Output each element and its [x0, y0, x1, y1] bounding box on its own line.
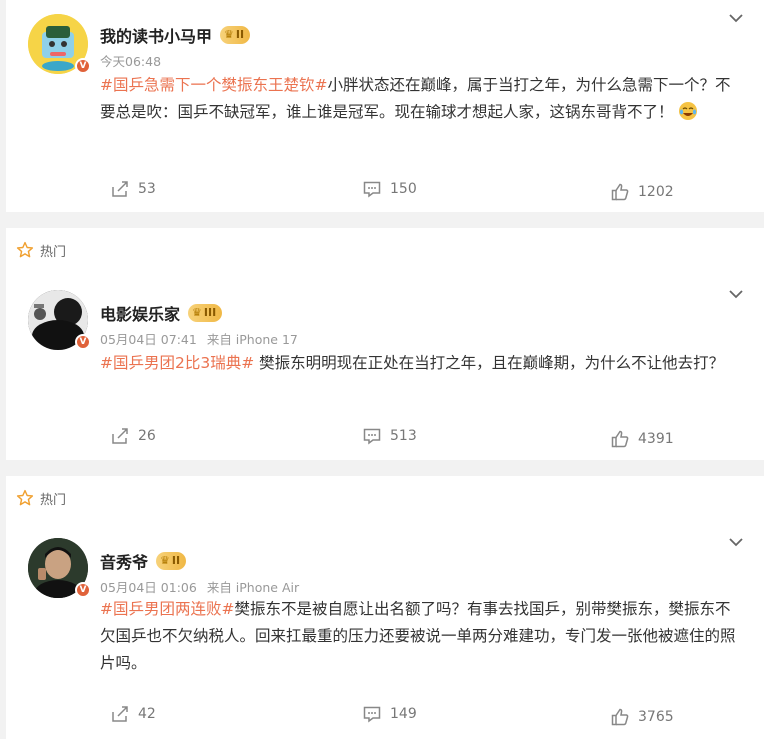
post-meta: 今天06:48 [100, 51, 161, 69]
post-body: 樊振东明明现在正处在当打之年，且在巅峰期，为什么不让他去打？ [254, 354, 725, 372]
like-count: 1202 [638, 184, 674, 200]
post-text: #国乒男团2比3瑞典# 樊振东明明现在正处在当打之年，且在巅峰期，为什么不让他去… [100, 350, 744, 377]
like-button[interactable]: 3765 [610, 705, 674, 729]
like-button[interactable]: 4391 [610, 427, 674, 451]
repost-icon [112, 706, 128, 722]
post-meta: 05月04日 01:06 来自 iPhone Air [100, 577, 299, 595]
post-text: #国乒男团两连败#樊振东不是被自愿让出名额了吗？有事去找国乒，别带樊振东，樊振东… [100, 596, 744, 677]
post-author: 我的读书小马甲 ♛ II [100, 23, 251, 47]
chevron-down-icon[interactable] [726, 532, 746, 552]
like-count: 4391 [638, 431, 674, 447]
verified-badge-icon: V [75, 334, 91, 350]
post-card: 热门 V 电影娱乐家 ♛ III 05月04日 07:41 来自 iPhone 1… [6, 228, 764, 460]
post-time[interactable]: 今天06:48 [100, 51, 161, 70]
thumbs-up-icon [611, 708, 629, 726]
verified-badge-icon: V [75, 58, 91, 74]
post-hashtag[interactable]: #国乒男团2比3瑞典# [100, 354, 254, 372]
comment-count: 513 [390, 428, 417, 444]
level-label: II [171, 554, 181, 567]
hot-label-row: 热门 [16, 239, 66, 261]
post-actions: 42 149 3765 [6, 702, 764, 726]
author-name[interactable]: 音秀爷 [100, 549, 148, 573]
crying-laughing-emoji-icon [678, 102, 697, 120]
level-badge: ♛ II [220, 26, 251, 44]
post-actions: 53 150 1202 [6, 177, 764, 201]
thumbs-up-icon [611, 430, 629, 448]
post-author: 电影娱乐家 ♛ III [100, 301, 223, 325]
like-button[interactable]: 1202 [610, 180, 674, 204]
author-name[interactable]: 电影娱乐家 [100, 301, 180, 325]
repost-icon [112, 428, 128, 444]
hot-label: 热门 [40, 492, 67, 508]
crown-icon: ♛ [192, 306, 202, 319]
post-source: 来自 iPhone Air [206, 579, 300, 595]
post-text: #国乒急需下一个樊振东王楚钦#小胖状态还在巅峰，属于当打之年，为什么急需下一个？… [100, 72, 744, 126]
post-source: 来自 iPhone 17 [206, 331, 298, 347]
repost-icon [112, 181, 128, 197]
post-card: 热门 V 音秀爷 ♛ II 05月04日 01:06 来自 iPhone Air … [6, 476, 764, 739]
post-meta: 05月04日 07:41 来自 iPhone 17 [100, 329, 298, 347]
like-count: 3765 [638, 709, 674, 725]
post-card: V 我的读书小马甲 ♛ II 今天06:48 #国乒急需下一个樊振东王楚钦#小胖状… [6, 0, 764, 212]
comment-count: 150 [390, 181, 417, 197]
comment-icon [363, 428, 381, 445]
post-time[interactable]: 05月04日 01:06 [100, 577, 197, 596]
repost-button[interactable]: 53 [110, 177, 156, 201]
post-time[interactable]: 05月04日 07:41 [100, 329, 197, 348]
post-hashtag[interactable]: #国乒男团两连败# [100, 600, 234, 618]
weibo-feed: V 我的读书小马甲 ♛ II 今天06:48 #国乒急需下一个樊振东王楚钦#小胖状… [0, 0, 764, 739]
repost-count: 42 [138, 706, 156, 722]
repost-button[interactable]: 26 [110, 424, 156, 448]
chevron-down-icon[interactable] [726, 8, 746, 28]
comment-button[interactable]: 150 [362, 177, 417, 201]
star-icon [16, 241, 34, 258]
crown-icon: ♛ [224, 28, 234, 41]
comment-icon [363, 181, 381, 198]
post-author: 音秀爷 ♛ II [100, 549, 187, 573]
level-badge: ♛ II [156, 552, 187, 570]
chevron-down-icon[interactable] [726, 284, 746, 304]
star-icon [16, 489, 34, 506]
comment-button[interactable]: 149 [362, 702, 417, 726]
crown-icon: ♛ [160, 554, 170, 567]
repost-button[interactable]: 42 [110, 702, 156, 726]
post-hashtag[interactable]: #国乒急需下一个樊振东王楚钦# [100, 76, 327, 94]
repost-count: 53 [138, 181, 156, 197]
comment-button[interactable]: 513 [362, 424, 417, 448]
verified-badge-icon: V [75, 582, 91, 598]
comment-count: 149 [390, 706, 417, 722]
comment-icon [363, 706, 381, 723]
level-badge: ♛ III [188, 304, 223, 322]
level-label: II [235, 28, 245, 41]
thumbs-up-icon [611, 183, 629, 201]
hot-label-row: 热门 [16, 487, 66, 509]
repost-count: 26 [138, 428, 156, 444]
post-actions: 26 513 4391 [6, 424, 764, 448]
author-name[interactable]: 我的读书小马甲 [100, 23, 212, 47]
level-label: III [203, 306, 217, 319]
hot-label: 热门 [40, 244, 67, 260]
